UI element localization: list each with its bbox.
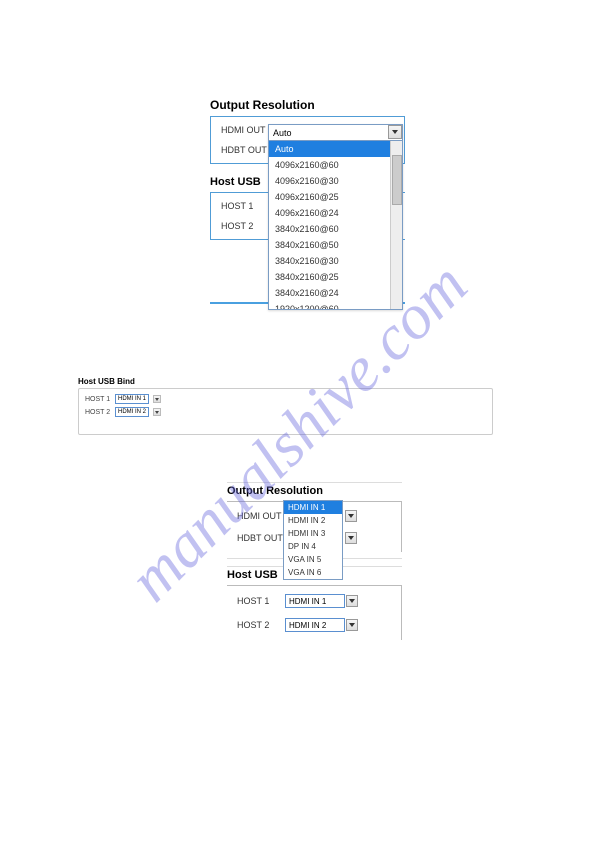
scrollbar[interactable] (390, 141, 402, 309)
output-resolution-title-3: Output Resolution (227, 485, 402, 497)
hdbt-out-label-3: HDBT OUT (237, 533, 285, 543)
chevron-down-icon[interactable] (345, 510, 357, 522)
hdmi-out-label: HDMI OUT (221, 125, 269, 135)
host1-select-wrap[interactable]: HDMI IN 1 (285, 594, 358, 608)
host1-bind-select[interactable]: HDMI IN 1 (115, 394, 149, 404)
dropdown-option[interactable]: 3840x2160@25 (269, 269, 402, 285)
dropdown-option[interactable]: 3840x2160@30 (269, 253, 402, 269)
host1-label-3: HOST 1 (237, 596, 285, 606)
host2-row-3: HOST 2 HDMI IN 2 (237, 618, 391, 632)
dropdown-option[interactable]: 3840x2160@50 (269, 237, 402, 253)
host2-label-3: HOST 2 (237, 620, 285, 630)
host1-label-p1: HOST 1 (221, 201, 269, 211)
dropdown-option[interactable]: 3840x2160@60 (269, 221, 402, 237)
dropdown-option[interactable]: 4096x2160@24 (269, 205, 402, 221)
hdmi-out-dropdown-open[interactable]: Auto Auto 4096x2160@60 4096x2160@30 4096… (268, 124, 403, 310)
hdmi-out-label-3: HDMI OUT (237, 511, 285, 521)
host2-bind-row: HOST 2 HDMI IN 2 (85, 407, 486, 417)
host2-select-wrap[interactable]: HDMI IN 2 (285, 618, 358, 632)
chevron-down-icon[interactable] (346, 619, 358, 631)
scrollbar-thumb[interactable] (392, 155, 402, 205)
host-usb-bind-box: HOST 1 HDMI IN 1 HOST 2 HDMI IN 2 (78, 388, 493, 435)
host2-bind-label: HOST 2 (85, 409, 111, 416)
host2-label-p1: HOST 2 (221, 221, 269, 231)
host1-select-3[interactable]: HDMI IN 1 (285, 594, 345, 608)
dropdown3-option[interactable]: VGA IN 5 (284, 553, 342, 566)
chevron-down-icon[interactable] (346, 595, 358, 607)
host1-bind-label: HOST 1 (85, 396, 111, 403)
host-usb-label-3: Host USB (227, 569, 278, 581)
host1-row-3: HOST 1 HDMI IN 1 (237, 594, 391, 608)
host-usb-bind-panel: Host USB Bind HOST 1 HDMI IN 1 HOST 2 HD… (78, 377, 493, 435)
hdmi-out-dropdown-3-open[interactable]: HDMI IN 1 HDMI IN 2 HDMI IN 3 DP IN 4 VG… (283, 500, 343, 580)
host2-bind-select[interactable]: HDMI IN 2 (115, 407, 149, 417)
dropdown-option[interactable]: 4096x2160@25 (269, 189, 402, 205)
dropdown3-option[interactable]: HDMI IN 1 (284, 501, 342, 514)
dropdown-list: Auto 4096x2160@60 4096x2160@30 4096x2160… (269, 141, 402, 309)
dropdown3-option[interactable]: HDMI IN 2 (284, 514, 342, 527)
dropdown3-option[interactable]: DP IN 4 (284, 540, 342, 553)
dropdown-option[interactable]: 1920x1200@60 (269, 301, 402, 309)
chevron-down-icon[interactable] (153, 395, 161, 403)
dropdown-current-text: Auto (273, 128, 292, 138)
host-usb-bind-title: Host USB Bind (78, 377, 493, 386)
dropdown-current-value[interactable]: Auto (269, 125, 402, 141)
chevron-down-icon[interactable] (153, 408, 161, 416)
dropdown-option[interactable]: 3840x2160@24 (269, 285, 402, 301)
host2-select-3[interactable]: HDMI IN 2 (285, 618, 345, 632)
dropdown-option[interactable]: Auto (269, 141, 402, 157)
dropdown3-option[interactable]: HDMI IN 3 (284, 527, 342, 540)
dropdown3-option[interactable]: VGA IN 6 (284, 566, 342, 579)
host1-bind-row: HOST 1 HDMI IN 1 (85, 394, 486, 404)
dropdown-option[interactable]: 4096x2160@30 (269, 173, 402, 189)
host-usb-box-3: HOST 1 HDMI IN 1 HOST 2 HDMI IN 2 (227, 585, 402, 640)
dropdown-option[interactable]: 4096x2160@60 (269, 157, 402, 173)
chevron-down-icon[interactable] (388, 125, 402, 139)
chevron-down-icon[interactable] (345, 532, 357, 544)
output-resolution-title: Output Resolution (210, 98, 405, 112)
hdbt-out-label: HDBT OUT (221, 145, 269, 155)
